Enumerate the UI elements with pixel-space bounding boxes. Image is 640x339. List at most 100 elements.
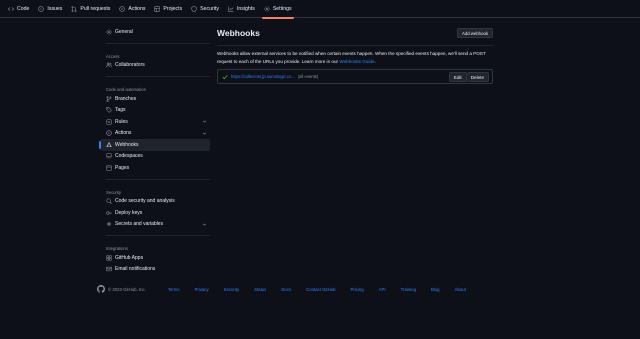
- settings-sidebar: General Access Collaborators Code and au…: [99, 26, 210, 276]
- footer-link-blog[interactable]: Blog: [431, 287, 440, 292]
- delete-button[interactable]: Delete: [466, 72, 489, 82]
- sidebar-heading-security: Security: [106, 189, 122, 195]
- sidebar-item-github-apps[interactable]: GitHub Apps: [100, 252, 210, 264]
- tab-projects-label: Projects: [163, 5, 183, 12]
- sidebar-item-rules[interactable]: Rules: [100, 116, 210, 128]
- sidebar-item-code-security[interactable]: Code security and analysis: [100, 196, 210, 208]
- sidebar-item-label: Branches: [115, 95, 137, 102]
- sidebar-divider: [106, 76, 210, 77]
- page-title: Webhooks: [217, 28, 260, 38]
- footer: © 2023 GitHub, Inc. Terms Privacy Securi…: [97, 283, 497, 295]
- play-icon: [119, 5, 126, 12]
- code-icon: [8, 6, 14, 12]
- table-icon: [154, 5, 161, 12]
- sidebar-item-label: Rules: [115, 118, 128, 125]
- repo-nav: Code Issues Pull requests Actions Projec…: [0, 0, 640, 19]
- issue-icon: [38, 5, 45, 12]
- key-icon: [106, 210, 112, 216]
- sidebar-heading-integrations: Integrations: [106, 246, 128, 251]
- tab-actions[interactable]: Actions: [119, 0, 145, 18]
- title-row: Webhooks Add webhook: [217, 26, 493, 40]
- sidebar-item-label: Deploy keys: [115, 209, 143, 216]
- sidebar-item-pages[interactable]: Pages: [100, 162, 210, 174]
- webhook-url-link[interactable]: https://collectors.jp.sumologic.co...: [231, 74, 295, 79]
- check-icon: [222, 74, 228, 80]
- tab-insights[interactable]: Insights: [228, 0, 255, 18]
- apps-icon: [106, 255, 112, 261]
- sidebar-item-email-notifications[interactable]: Email notifications: [100, 264, 210, 276]
- sidebar-item-label: Actions: [115, 130, 132, 137]
- footer-link-pricing[interactable]: Pricing: [351, 287, 364, 292]
- sidebar-item-deploy-keys[interactable]: Deploy keys: [100, 207, 210, 219]
- pull-request-icon: [71, 5, 77, 12]
- tab-pull-requests[interactable]: Pull requests: [71, 0, 110, 18]
- sidebar-item-label: Codespaces: [115, 153, 143, 160]
- browser-icon: [106, 165, 112, 171]
- webhook-events: (all events): [297, 74, 319, 79]
- footer-link-about[interactable]: About: [455, 287, 466, 292]
- sidebar-item-label: Webhooks: [115, 141, 139, 148]
- footer-link-docs[interactable]: Docs: [281, 287, 291, 292]
- play-icon: [106, 130, 112, 136]
- github-logo-icon[interactable]: [97, 285, 105, 293]
- tab-code-label: Code: [17, 5, 30, 12]
- codespaces-icon: [106, 153, 112, 159]
- footer-link-privacy[interactable]: Privacy: [195, 287, 209, 292]
- gear-icon: [264, 5, 270, 12]
- sidebar-item-label: Email notifications: [115, 266, 156, 273]
- chevron-down-icon: [202, 222, 207, 227]
- tab-security[interactable]: Security: [191, 0, 219, 18]
- footer-link-api[interactable]: API: [379, 287, 386, 292]
- footer-link-status[interactable]: Status: [254, 287, 266, 292]
- sidebar-item-branches[interactable]: Branches: [100, 93, 210, 105]
- webhooks-description: Webhooks allow external services to be n…: [217, 50, 493, 65]
- sidebar-item-label: Pages: [115, 164, 130, 171]
- tab-projects[interactable]: Projects: [154, 0, 182, 18]
- footer-link-terms[interactable]: Terms: [168, 287, 180, 292]
- tab-settings-label: Settings: [272, 5, 292, 12]
- shield-icon: [191, 5, 197, 12]
- webhooks-main: Webhooks Add webhook Webhooks allow exte…: [217, 26, 493, 84]
- sidebar-divider: [106, 42, 210, 44]
- footer-link-security[interactable]: Security: [224, 287, 240, 292]
- sidebar-item-general[interactable]: General: [100, 26, 210, 38]
- chevron-down-icon: [202, 131, 207, 136]
- footer-link-training[interactable]: Training: [401, 287, 416, 292]
- tab-issues[interactable]: Issues: [38, 0, 62, 18]
- webhook-icon: [106, 141, 112, 148]
- sidebar-item-secrets[interactable]: Secrets and variables: [100, 219, 210, 231]
- sidebar-item-label: Tags: [115, 107, 126, 114]
- chevron-down-icon: [202, 119, 207, 124]
- webhook-actions: Edit Delete: [448, 72, 489, 82]
- mail-icon: [106, 266, 112, 272]
- gear-icon: [106, 29, 112, 35]
- sidebar-item-label: GitHub Apps: [115, 254, 144, 261]
- sidebar-heading-access: Access: [106, 53, 120, 59]
- tab-insights-label: Insights: [236, 5, 255, 12]
- sidebar-item-label: Code security and analysis: [115, 198, 175, 205]
- tab-issues-label: Issues: [47, 5, 63, 12]
- footer-copyright: © 2023 GitHub, Inc.: [108, 286, 146, 292]
- rules-icon: [106, 119, 112, 125]
- footer-link-contact[interactable]: Contact GitHub: [306, 287, 335, 292]
- graph-icon: [228, 6, 234, 12]
- codescan-icon: [106, 198, 112, 205]
- sidebar-item-collaborators[interactable]: Collaborators: [100, 60, 210, 72]
- sidebar-item-webhooks[interactable]: Webhooks: [99, 139, 210, 151]
- people-icon: [106, 62, 112, 68]
- edit-button[interactable]: Edit: [448, 72, 467, 82]
- sidebar-item-tags[interactable]: Tags: [100, 105, 210, 117]
- webhook-row: https://collectors.jp.sumologic.co... (a…: [217, 69, 493, 84]
- add-webhook-button[interactable]: Add webhook: [456, 28, 493, 38]
- sidebar-item-label: Collaborators: [115, 62, 145, 69]
- tag-icon: [106, 107, 112, 114]
- sidebar-item-actions[interactable]: Actions: [100, 128, 210, 140]
- asterisk-icon: [106, 221, 112, 227]
- tab-settings[interactable]: Settings: [261, 0, 294, 19]
- tab-code[interactable]: Code: [8, 0, 29, 18]
- webhooks-guide-link[interactable]: Webhooks Guide: [339, 59, 374, 64]
- sidebar-item-codespaces[interactable]: Codespaces: [100, 151, 210, 163]
- divider: [217, 45, 493, 46]
- sidebar-divider: [106, 235, 210, 236]
- tab-pull-requests-label: Pull requests: [80, 5, 111, 12]
